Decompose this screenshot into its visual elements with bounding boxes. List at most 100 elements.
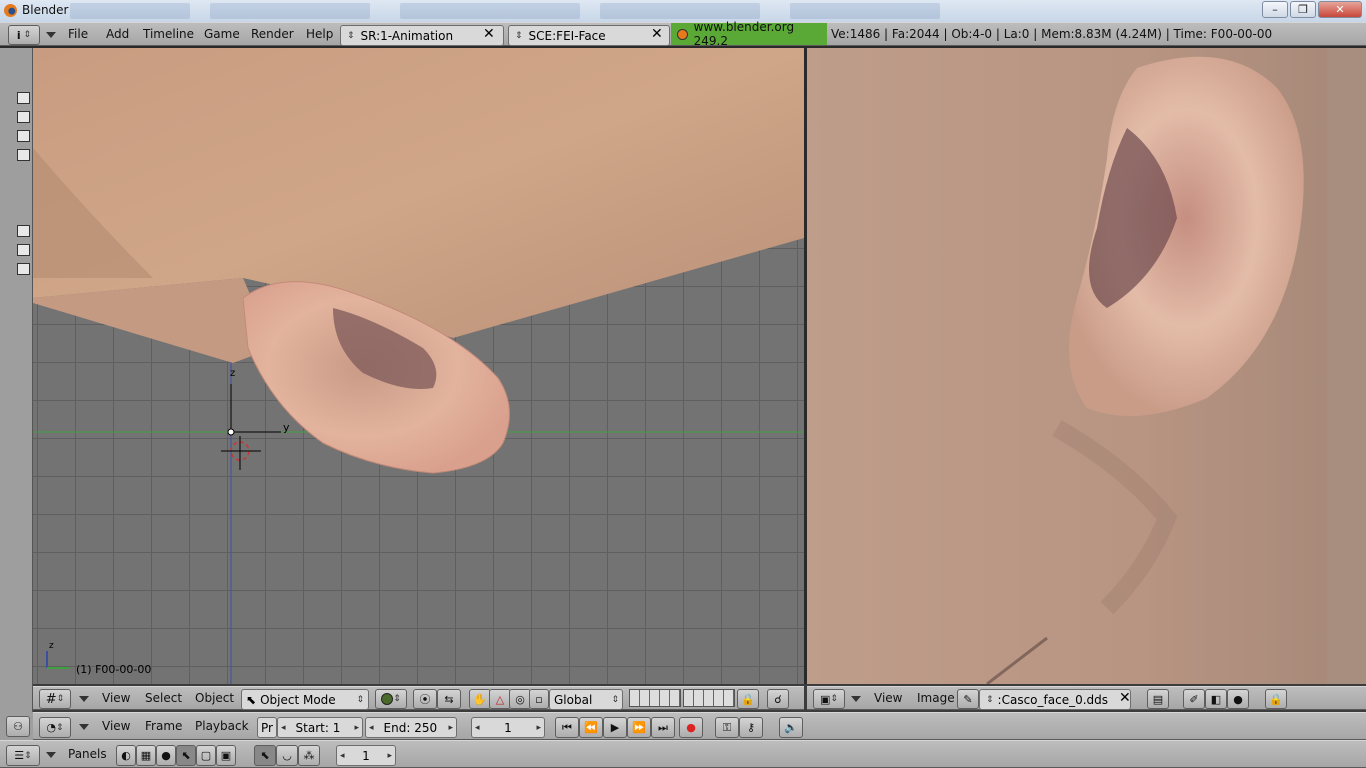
menu-image[interactable]: Image xyxy=(917,687,955,709)
image-icon[interactable] xyxy=(17,149,30,161)
keying-set-icon[interactable]: ⚿ xyxy=(715,717,739,738)
panels-label[interactable]: Panels xyxy=(68,741,107,767)
start-frame-label: Start: 1 xyxy=(295,720,341,735)
layer-lock-button[interactable]: ⇆ xyxy=(437,689,461,709)
image-window-type-button[interactable]: ▣ ⇕ xyxy=(813,689,845,709)
updown-arrows-icon: ⇕ xyxy=(611,694,619,705)
image-icon[interactable] xyxy=(17,263,30,275)
audio-icon[interactable]: 🔈 xyxy=(779,717,803,738)
draw-tool-icon[interactable]: ✐ xyxy=(1183,689,1205,709)
scale-manipulator-icon[interactable]: ▫ xyxy=(529,689,549,709)
node-editor-icon[interactable]: ⚇ xyxy=(6,716,30,737)
logic-icon[interactable]: ◐ xyxy=(116,745,136,766)
render-preview-icon[interactable]: ☌ xyxy=(767,689,789,709)
pivot-button[interactable]: ⦿ xyxy=(413,689,437,709)
menu-timeline[interactable]: Timeline xyxy=(143,23,194,45)
physics-icon[interactable]: ◡ xyxy=(276,745,298,766)
key-icon[interactable]: ⚷ xyxy=(739,717,763,738)
collapse-menu-arrow-icon[interactable] xyxy=(46,32,56,38)
image-icon[interactable] xyxy=(17,92,30,104)
background-strip xyxy=(1327,48,1366,684)
close-window-button[interactable]: ✕ xyxy=(1318,1,1362,18)
image-selector[interactable]: ⇕ :Casco_face_0.dds xyxy=(979,689,1131,710)
draw-type-button[interactable]: ⇕ xyxy=(375,689,407,709)
jump-start-icon[interactable]: ⏮ xyxy=(555,717,579,738)
frame-number-field[interactable]: ◂ 1 ▸ xyxy=(336,745,396,766)
delete-screen-button[interactable]: ✕ xyxy=(483,26,495,42)
maximize-button[interactable]: ❐ xyxy=(1290,1,1316,18)
menu-file[interactable]: File xyxy=(68,23,88,45)
collapse-menu-arrow-icon[interactable] xyxy=(851,696,861,702)
image-icon[interactable] xyxy=(17,111,30,123)
paint-brush-icon[interactable]: ✎ xyxy=(957,689,979,709)
particles-icon[interactable]: ⁂ xyxy=(298,745,320,766)
lock-icon[interactable]: 🔒 xyxy=(1265,689,1287,709)
updown-arrows-icon: ⇕ xyxy=(986,694,994,705)
image-editor-viewport[interactable] xyxy=(807,48,1366,684)
menu-help[interactable]: Help xyxy=(306,23,333,45)
screen-selector[interactable]: ⇕ SR:1-Animation xyxy=(340,25,504,46)
collapse-menu-arrow-icon[interactable] xyxy=(79,696,89,702)
jump-next-key-icon[interactable]: ⏩ xyxy=(627,717,651,738)
updown-arrows-icon: ⇕ xyxy=(515,30,523,41)
collapse-menu-arrow-icon[interactable] xyxy=(79,724,89,730)
mode-selector[interactable]: ⬉ Object Mode ⇕ xyxy=(241,689,369,710)
orientation-label: Global xyxy=(554,692,593,707)
image-icon[interactable] xyxy=(17,244,30,256)
delete-scene-button[interactable]: ✕ xyxy=(651,26,663,42)
info-window-type-button[interactable]: i ⇕ xyxy=(8,25,40,45)
start-frame-field[interactable]: ◂ Start: 1 ▸ xyxy=(277,717,363,738)
3d-viewport[interactable]: z y z (1) F00-00-00 xyxy=(33,48,804,684)
record-dot-icon[interactable]: ● xyxy=(1227,689,1249,709)
os-title-bar: Blender – ❐ ✕ xyxy=(0,0,1366,22)
menu-view[interactable]: View xyxy=(102,687,130,709)
channel-toggle-icon[interactable]: ◧ xyxy=(1205,689,1227,709)
current-frame-field[interactable]: ◂ 1 ▸ xyxy=(471,717,545,738)
menu-view[interactable]: View xyxy=(102,713,130,739)
unlink-image-button[interactable]: ✕ xyxy=(1119,690,1131,706)
menu-render[interactable]: Render xyxy=(251,23,294,45)
mode-label: Object Mode xyxy=(260,692,336,707)
orientation-selector[interactable]: Global ⇕ xyxy=(549,689,623,710)
editing-icon[interactable]: ▢ xyxy=(196,745,216,766)
image-icon[interactable] xyxy=(17,225,30,237)
background-taskbar-item xyxy=(600,3,760,19)
scene-stats: Ve:1486 | Fa:2044 | Ob:4-0 | La:0 | Mem:… xyxy=(831,27,1273,41)
minimize-button[interactable]: – xyxy=(1262,1,1288,18)
play-icon[interactable]: ▶ xyxy=(603,717,627,738)
menu-view[interactable]: View xyxy=(874,687,902,709)
gizmo-y-label: y xyxy=(283,421,290,434)
preview-range-toggle[interactable]: Pr xyxy=(257,717,277,738)
menu-add[interactable]: Add xyxy=(106,23,129,45)
3d-window-type-button[interactable]: # ⇕ xyxy=(39,689,71,709)
layer-buttons-1[interactable] xyxy=(629,689,681,707)
buttons-window-type-button[interactable]: ☰ ⇕ xyxy=(6,745,40,766)
pack-image-icon[interactable]: ▤ xyxy=(1147,689,1169,709)
image-icon[interactable] xyxy=(17,130,30,142)
timeline-window-type-button[interactable]: ◔ ⇕ xyxy=(39,717,71,738)
blender-logo-icon xyxy=(677,28,688,40)
version-text: www.blender.org 249.2 xyxy=(693,20,795,48)
lock-icon[interactable]: 🔒 xyxy=(737,689,759,709)
object-icon[interactable]: ⬉ xyxy=(176,745,196,766)
jump-prev-key-icon[interactable]: ⏪ xyxy=(579,717,603,738)
object-origin-icon[interactable] xyxy=(227,428,235,436)
translate-manipulator-icon[interactable]: △ xyxy=(489,689,511,709)
menu-game[interactable]: Game xyxy=(204,23,240,45)
end-frame-field[interactable]: ◂ End: 250 ▸ xyxy=(365,717,457,738)
layer-buttons-2[interactable] xyxy=(683,689,735,707)
record-icon[interactable]: ● xyxy=(679,717,703,738)
scene-icon[interactable]: ▣ xyxy=(216,745,236,766)
collapse-menu-arrow-icon[interactable] xyxy=(46,752,56,758)
scene-selector[interactable]: ⇕ SCE:FEI-Face xyxy=(508,25,670,46)
script-icon[interactable]: ▦ xyxy=(136,745,156,766)
menu-frame[interactable]: Frame xyxy=(145,713,182,739)
rotate-manipulator-icon[interactable]: ◎ xyxy=(509,689,531,709)
object-subcontext-icon[interactable]: ⬉ xyxy=(254,745,276,766)
menu-playback[interactable]: Playback xyxy=(195,713,249,739)
menu-select[interactable]: Select xyxy=(145,687,182,709)
menu-object[interactable]: Object xyxy=(195,687,234,709)
jump-end-icon[interactable]: ⏭ xyxy=(651,717,675,738)
manipulator-hand-icon[interactable]: ✋ xyxy=(469,689,491,709)
shading-icon[interactable]: ● xyxy=(156,745,176,766)
